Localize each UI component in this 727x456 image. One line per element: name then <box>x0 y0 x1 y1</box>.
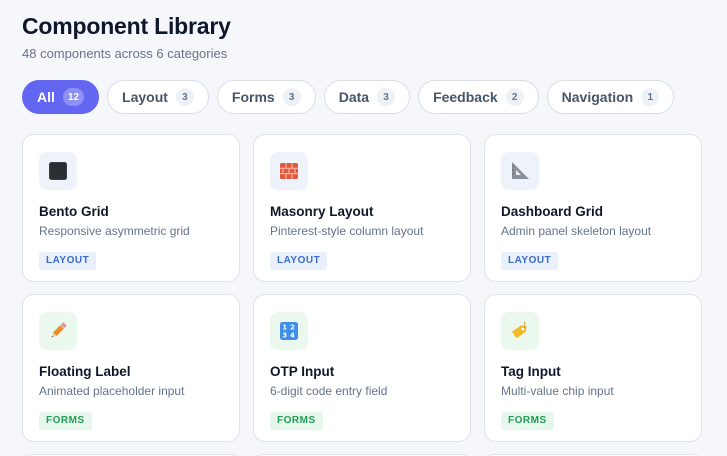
brick-icon <box>270 152 308 190</box>
filter-label: All <box>37 89 55 105</box>
category-tag: FORMS <box>39 412 92 430</box>
category-filter-bar: All 12 Layout 3 Forms 3 Data 3 Feedback … <box>22 80 675 114</box>
card-description: Admin panel skeleton layout <box>501 224 652 238</box>
filter-label: Layout <box>122 89 168 105</box>
card-title: Floating Label <box>39 364 131 379</box>
component-card-otp-input[interactable]: 12 34 OTP Input 6-digit code entry field… <box>253 294 471 442</box>
category-tag: FORMS <box>270 412 323 430</box>
category-tag: LAYOUT <box>39 252 97 270</box>
filter-label: Navigation <box>561 89 634 105</box>
filter-label: Forms <box>231 89 275 105</box>
card-description: Animated placeholder input <box>39 384 185 398</box>
filter-count-badge: 3 <box>282 88 301 106</box>
card-description: Pinterest-style column layout <box>270 224 424 238</box>
component-card-bento-grid[interactable]: Bento Grid Responsive asymmetric grid LA… <box>22 134 240 282</box>
card-description: Multi-value chip input <box>501 384 614 398</box>
component-grid: Bento Grid Responsive asymmetric grid LA… <box>22 134 702 442</box>
component-card-floating-label[interactable]: Floating Label Animated placeholder inpu… <box>22 294 240 442</box>
page-title: Component Library <box>22 13 231 39</box>
filter-count-badge: 2 <box>505 88 524 106</box>
filter-label: Data <box>338 89 370 105</box>
component-card-dashboard-grid[interactable]: Dashboard Grid Admin panel skeleton layo… <box>484 134 702 282</box>
filter-chip-navigation[interactable]: Navigation 1 <box>546 80 675 114</box>
card-title: Masonry Layout <box>270 204 374 219</box>
filter-label: Feedback <box>433 89 498 105</box>
filter-chip-all[interactable]: All 12 <box>22 80 100 114</box>
card-title: Dashboard Grid <box>501 204 604 219</box>
filter-chip-layout[interactable]: Layout 3 <box>107 80 209 114</box>
card-title: Tag Input <box>501 364 561 379</box>
component-card-masonry-layout[interactable]: Masonry Layout Pinterest-style column la… <box>253 134 471 282</box>
category-tag: FORMS <box>501 412 554 430</box>
svg-text:4: 4 <box>290 332 295 340</box>
filter-count-badge: 1 <box>641 88 660 106</box>
page-header: Component Library 48 components across 6… <box>22 12 231 63</box>
card-description: 6-digit code entry field <box>270 384 388 398</box>
numbers-keypad-icon: 12 34 <box>270 312 308 350</box>
category-tag: LAYOUT <box>270 252 328 270</box>
card-description: Responsive asymmetric grid <box>39 224 190 238</box>
black-square-icon <box>39 152 77 190</box>
svg-text:2: 2 <box>290 324 295 332</box>
pencil-icon <box>39 312 77 350</box>
page-subtitle: 48 components across 6 categories <box>22 46 228 61</box>
filter-chip-data[interactable]: Data 3 <box>323 80 411 114</box>
component-card-tag-input[interactable]: Tag Input Multi-value chip input FORMS <box>484 294 702 442</box>
filter-chip-feedback[interactable]: Feedback 2 <box>418 80 539 114</box>
triangular-ruler-icon <box>501 152 539 190</box>
label-tag-icon <box>501 312 539 350</box>
filter-count-badge: 12 <box>62 88 85 106</box>
svg-text:3: 3 <box>282 332 287 340</box>
card-title: OTP Input <box>270 364 335 379</box>
card-title: Bento Grid <box>39 204 109 219</box>
filter-count-badge: 3 <box>175 88 194 106</box>
filter-count-badge: 3 <box>377 88 396 106</box>
filter-chip-forms[interactable]: Forms 3 <box>216 80 316 114</box>
category-tag: LAYOUT <box>501 252 559 270</box>
svg-text:1: 1 <box>282 324 287 332</box>
